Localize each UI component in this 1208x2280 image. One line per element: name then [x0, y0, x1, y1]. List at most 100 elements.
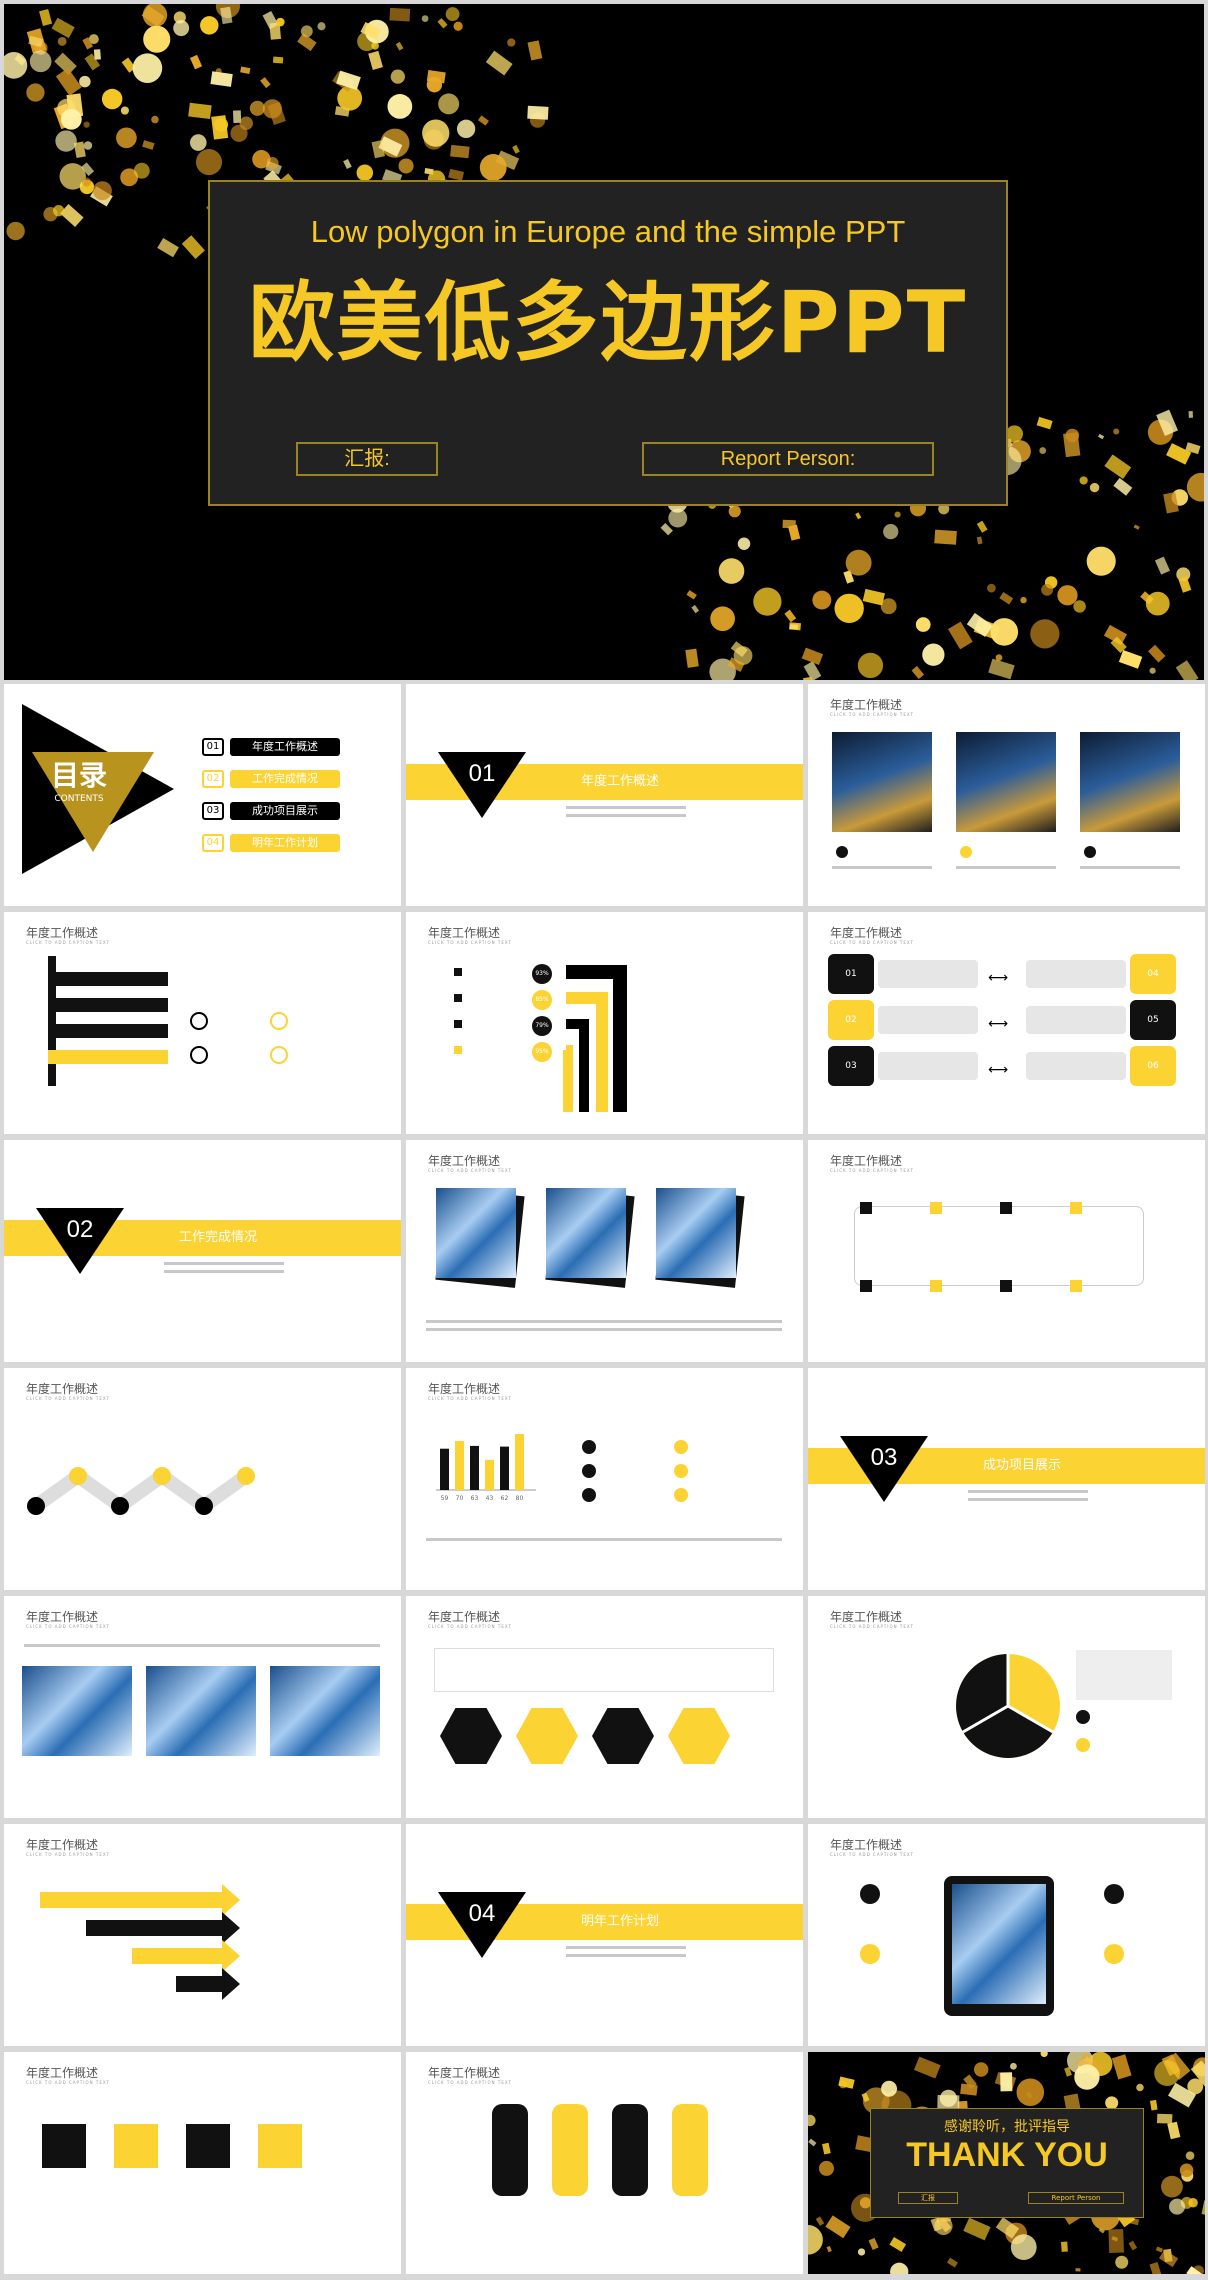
confetti-piece	[946, 2257, 958, 2268]
slide-title: 年度工作概述	[26, 2066, 99, 2080]
slide-subtitle: CLICK TO ADD CAPTION TEXT	[830, 712, 914, 717]
caption-line	[566, 814, 686, 817]
slide-puzzle[interactable]: 年度工作概述 CLICK TO ADD CAPTION TEXT	[4, 2052, 401, 2274]
number-box: 05	[1130, 1000, 1176, 1040]
slide-subtitle: CLICK TO ADD CAPTION TEXT	[428, 1624, 512, 1629]
location-icon	[582, 1488, 596, 1502]
puzzle-piece	[42, 2124, 86, 2168]
confetti-piece	[1016, 2078, 1045, 2107]
bar	[515, 1434, 524, 1490]
confetti-piece	[710, 606, 735, 632]
text-card	[1026, 1006, 1126, 1034]
confetti-piece	[788, 524, 801, 541]
cover-title-box: Low polygon in Europe and the simple PPT…	[208, 180, 1008, 506]
confetti-piece	[479, 154, 507, 181]
slide-pie-diagram[interactable]: 年度工作概述 CLICK TO ADD CAPTION TEXT	[808, 1596, 1205, 1818]
toc-item[interactable]: 04 明年工作计划	[202, 834, 342, 852]
confetti-piece	[390, 69, 405, 84]
slide-zigzag[interactable]: 年度工作概述 CLICK TO ADD CAPTION TEXT	[4, 1368, 401, 1590]
bar-tick-label: 62	[501, 1495, 509, 1502]
confetti-piece	[784, 609, 797, 623]
section-number: 01	[468, 760, 496, 787]
slide-thank-you[interactable]: 感谢聆听，批评指导 THANK YOU 汇报 Report Person	[808, 2052, 1205, 2274]
mail-icon	[860, 1884, 880, 1904]
slide-section-04[interactable]: 04 明年工作计划	[406, 1824, 803, 2046]
pencil-icon	[1070, 1202, 1082, 1214]
confetti-piece	[267, 101, 286, 126]
slide-arrows[interactable]: 年度工作概述 CLICK TO ADD CAPTION TEXT	[4, 1824, 401, 2046]
confetti-piece	[825, 2215, 851, 2239]
confetti-piece	[51, 17, 75, 39]
slide-subtitle: CLICK TO ADD CAPTION TEXT	[830, 1852, 914, 1857]
confetti-piece	[195, 149, 223, 176]
slide-buildings[interactable]: 年度工作概述 CLICK TO ADD CAPTION TEXT	[4, 1596, 401, 1818]
text-card	[1026, 1052, 1126, 1080]
slide-toc[interactable]: 目录 CONTENTS 01 年度工作概述 02 工作完成情况 03 成功项目展…	[4, 684, 401, 906]
slide-percent-steps[interactable]: 年度工作概述 CLICK TO ADD CAPTION TEXT 93% 85%…	[406, 912, 803, 1134]
slide-bar-chart[interactable]: 年度工作概述 CLICK TO ADD CAPTION TEXT 59 70 63 4…	[406, 1368, 803, 1590]
bullet	[454, 968, 462, 976]
confetti-piece	[527, 40, 543, 61]
toc-item[interactable]: 01 年度工作概述	[202, 738, 342, 756]
slide-icon-flow[interactable]: 年度工作概述 CLICK TO ADD CAPTION TEXT	[808, 1140, 1205, 1362]
percent-badge: 85%	[532, 990, 552, 1010]
user-icon	[860, 1280, 872, 1292]
confetti-piece	[453, 21, 463, 31]
slide-section-02[interactable]: 02 工作完成情况	[4, 1140, 401, 1362]
thumbs-up-icon	[674, 1440, 688, 1454]
confetti-piece	[181, 235, 205, 259]
confetti-piece	[79, 75, 91, 88]
cover-slide[interactable]: Low polygon in Europe and the simple PPT…	[4, 4, 1204, 680]
slide-section-03[interactable]: 03 成功项目展示	[808, 1368, 1205, 1590]
number-box: 04	[1130, 954, 1176, 994]
slide-phones[interactable]: 年度工作概述 CLICK TO ADD CAPTION TEXT	[406, 2052, 803, 2274]
slide-title: 年度工作概述	[830, 926, 903, 940]
confetti-piece	[389, 7, 411, 22]
toc-item[interactable]: 03 成功项目展示	[202, 802, 342, 820]
section-title: 年度工作概述	[581, 774, 660, 789]
confetti-piece	[336, 70, 361, 91]
slide-photo-cards[interactable]: 年度工作概述 CLICK TO ADD CAPTION TEXT	[406, 1140, 803, 1362]
city-photo	[832, 732, 932, 832]
confetti-piece	[188, 102, 212, 119]
confetti-piece	[960, 2083, 978, 2096]
confetti-piece	[60, 108, 82, 130]
confetti-piece	[52, 205, 65, 217]
confetti-piece	[82, 177, 92, 187]
slide-title: 年度工作概述	[428, 1382, 501, 1396]
slide-section-01[interactable]: 01 年度工作概述	[406, 684, 803, 906]
confetti-piece	[1128, 2240, 1138, 2251]
bulb-icon	[270, 1046, 288, 1064]
caption-line	[1080, 866, 1180, 869]
toc-item-num: 02	[202, 770, 224, 788]
person-icon	[1076, 1738, 1090, 1752]
bar-tick-label: 43	[486, 1495, 494, 1502]
confetti-piece	[116, 127, 137, 149]
flow-loop	[854, 1206, 1144, 1286]
confetti-piece	[934, 2216, 953, 2236]
confetti-piece	[276, 17, 285, 27]
confetti-piece	[101, 88, 123, 110]
confetti-piece	[990, 618, 1019, 646]
slide-pencil-list[interactable]: 年度工作概述 CLICK TO ADD CAPTION TEXT	[4, 912, 401, 1134]
slide-photos-city[interactable]: 年度工作概述 CLICK TO ADD CAPTION TEXT	[808, 684, 1205, 906]
thanks-cn: 感谢聆听，批评指导	[944, 2119, 1070, 2135]
bullet	[454, 1020, 462, 1028]
slide-hexagons[interactable]: 年度工作概述 CLICK TO ADD CAPTION TEXT	[406, 1596, 803, 1818]
section-title: 明年工作计划	[581, 1914, 660, 1929]
bar-tick-label: 70	[456, 1495, 464, 1502]
slide-tablet[interactable]: 年度工作概述 CLICK TO ADD CAPTION TEXT	[808, 1824, 1205, 2046]
confetti-piece	[922, 643, 945, 666]
phone-card	[552, 2104, 588, 2196]
slide-subtitle: CLICK TO ADD CAPTION TEXT	[26, 2080, 110, 2085]
confetti-piece	[881, 2080, 898, 2097]
confetti-piece	[173, 20, 190, 37]
confetti-piece	[685, 648, 699, 668]
slide-numbered-compare[interactable]: 年度工作概述 CLICK TO ADD CAPTION TEXT 01 02 0…	[808, 912, 1205, 1134]
list-bar	[48, 1024, 168, 1038]
confetti-piece	[57, 36, 67, 46]
toc-item[interactable]: 02 工作完成情况	[202, 770, 342, 788]
toc-item-num: 04	[202, 834, 224, 852]
slide-subtitle: CLICK TO ADD CAPTION TEXT	[830, 940, 914, 945]
slide-title: 年度工作概述	[830, 1838, 903, 1852]
